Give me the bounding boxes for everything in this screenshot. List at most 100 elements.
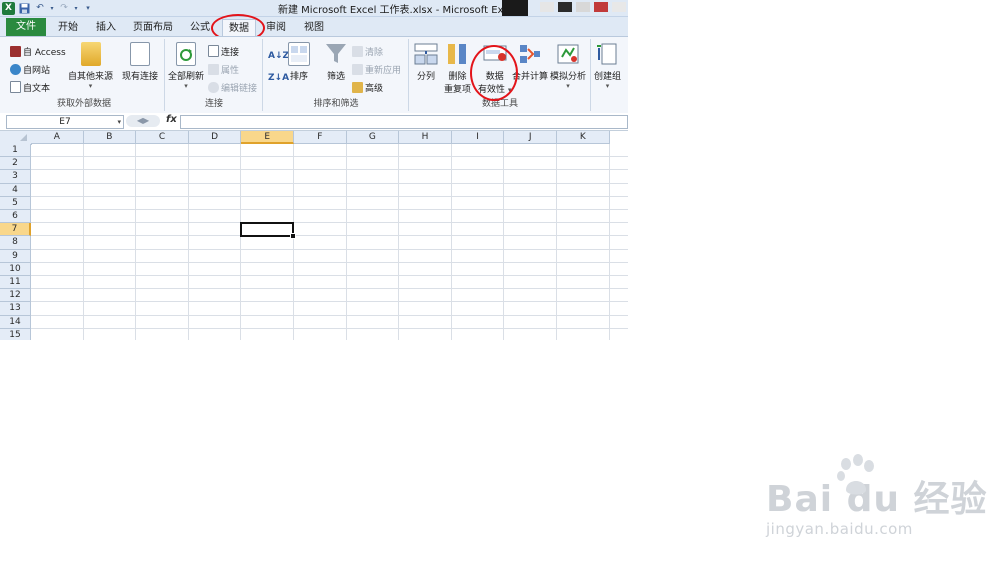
reapply-label: 重新应用 [365,65,402,76]
grid-row-line [31,195,628,197]
column-header-A[interactable]: A [31,131,84,144]
clear-button[interactable]: 清除 [352,44,383,58]
grid-row-line [31,169,628,171]
column-header-J[interactable]: J [504,131,557,144]
link-icon [208,81,219,93]
undo-dropdown-icon[interactable]: ▾ [49,2,55,15]
column-header-K[interactable]: K [557,131,610,144]
tab-insert[interactable]: 插入 [92,19,120,36]
grid-row-line [31,156,628,158]
formula-input[interactable] [180,115,628,129]
row-header-15[interactable]: 15 [0,328,31,340]
group-sort-filter: A↓Z Z↓A 排序 筛选 清除 重新应用 高级 排序和筛选 [264,39,409,111]
sort-ascending-icon[interactable]: A↓Z [268,49,289,63]
chevron-down-icon[interactable]: ▾ [117,116,121,128]
database-icon [80,42,101,66]
row-header-4[interactable]: 4 [0,183,31,197]
grid-row-line [31,209,628,210]
row-header-7[interactable]: 7 [0,223,31,237]
connections-button[interactable]: 连接 [208,44,239,58]
connections-icon [208,45,219,57]
grid-column-line [240,144,242,340]
column-header-C[interactable]: C [136,131,189,144]
column-header-E[interactable]: E [241,131,294,144]
excel-logo-icon[interactable]: X [2,1,15,15]
column-header-H[interactable]: H [399,131,452,144]
properties-label: 属性 [221,65,240,76]
group-connections: 全部刷新 ▾ 连接 属性 编辑链接 连接 [166,39,263,111]
text-to-columns-icon [414,42,438,66]
sort-descending-icon[interactable]: Z↓A [268,71,289,85]
save-icon[interactable] [17,2,31,15]
advanced-button[interactable]: 高级 [352,80,383,94]
row-header-2[interactable]: 2 [0,157,31,171]
row-header-9[interactable]: 9 [0,249,31,263]
refresh-all-button[interactable]: 全部刷新 ▾ [168,42,204,90]
sort-button[interactable]: 排序 [288,42,310,82]
text-to-columns-button[interactable]: 分列 [414,42,438,82]
row-header-3[interactable]: 3 [0,170,31,184]
row-header-6[interactable]: 6 [0,210,31,224]
undo-icon[interactable]: ↶ [33,2,47,15]
properties-button[interactable]: 属性 [208,62,239,76]
from-text-label: 自文本 [23,83,51,94]
redo-dropdown-icon[interactable]: ▾ [73,2,79,15]
select-all-button[interactable] [0,131,32,145]
column-header-D[interactable]: D [188,131,242,144]
column-header-G[interactable]: G [346,131,400,144]
group-label-sort-filter: 排序和筛选 [313,99,359,109]
row-header-5[interactable]: 5 [0,196,31,210]
from-other-sources-button[interactable]: 自其他来源 ▾ [68,42,113,90]
formula-bar: E7 ▾ ◀▶ fx [0,113,628,131]
edit-links-label: 编辑链接 [221,83,258,94]
row-header-11[interactable]: 11 [0,276,31,290]
worksheet-grid[interactable]: A B C D E F G H I J K 1 2 3 4 5 6 7 8 9 10 11 12 13 14 15 [0,131,628,340]
column-header-F[interactable]: F [294,131,347,144]
grid-column-line [135,144,137,340]
tab-formulas[interactable]: 公式 [186,19,214,36]
watermark-sub-text: jingyan.baidu.com [766,520,913,538]
grid-column-line [293,144,294,340]
name-box[interactable]: E7 ▾ [6,115,124,129]
customize-qat-icon[interactable]: ▾ [81,2,95,15]
grid-row-line [31,327,628,329]
what-if-analysis-button[interactable]: 模拟分析 ▾ [550,42,586,90]
redo-icon[interactable]: ↷ [57,2,71,15]
tab-file[interactable]: 文件 [6,18,46,36]
group-button[interactable]: 创建组 ▾ [594,42,621,90]
row-header-12[interactable]: 12 [0,289,31,303]
from-access-button[interactable]: 自 Access [10,44,66,58]
active-cell[interactable] [240,222,296,240]
filter-button[interactable]: 筛选 [324,42,348,82]
row-header-1[interactable]: 1 [0,144,31,158]
grid-row-line [31,314,628,316]
filter-label: 筛选 [326,72,345,82]
reapply-button[interactable]: 重新应用 [352,62,401,76]
from-web-button[interactable]: 自网站 [10,62,50,76]
excel-window: X ↶ ▾ ↷ ▾ ▾ 新建 Microsoft Excel 工作表.xlsx … [0,0,628,340]
from-text-button[interactable]: 自文本 [10,80,50,94]
group-outline: 创建组 ▾ [592,39,628,111]
from-access-label: 自 Access [23,47,66,58]
row-header-13[interactable]: 13 [0,302,31,316]
insert-function-icon[interactable]: fx [166,114,177,125]
row-header-14[interactable]: 14 [0,315,31,329]
tab-review[interactable]: 审阅 [262,19,290,36]
column-header-I[interactable]: I [451,131,505,144]
row-header-8[interactable]: 8 [0,236,31,250]
existing-connections-button[interactable]: 现有连接 [122,42,158,82]
column-header-B[interactable]: B [83,131,137,144]
tab-view[interactable]: 视图 [300,19,328,36]
name-box-value: E7 [59,117,71,127]
edit-links-button[interactable]: 编辑链接 [208,80,257,94]
title-bar-blur [540,2,626,12]
remove-duplicates-button[interactable]: 删除 重复项 [444,42,471,95]
tab-page-layout[interactable]: 页面布局 [128,19,178,36]
grid-row-line [31,182,628,184]
tab-home[interactable]: 开始 [54,19,82,36]
grid-column-line [398,144,400,340]
grid-column-line [503,144,505,340]
what-if-icon [556,42,580,66]
ribbon: 自 Access 自网站 自文本 自其他来源 ▾ 现有连接 获取外部数据 全部刷… [0,36,628,114]
row-header-10[interactable]: 10 [0,262,31,276]
